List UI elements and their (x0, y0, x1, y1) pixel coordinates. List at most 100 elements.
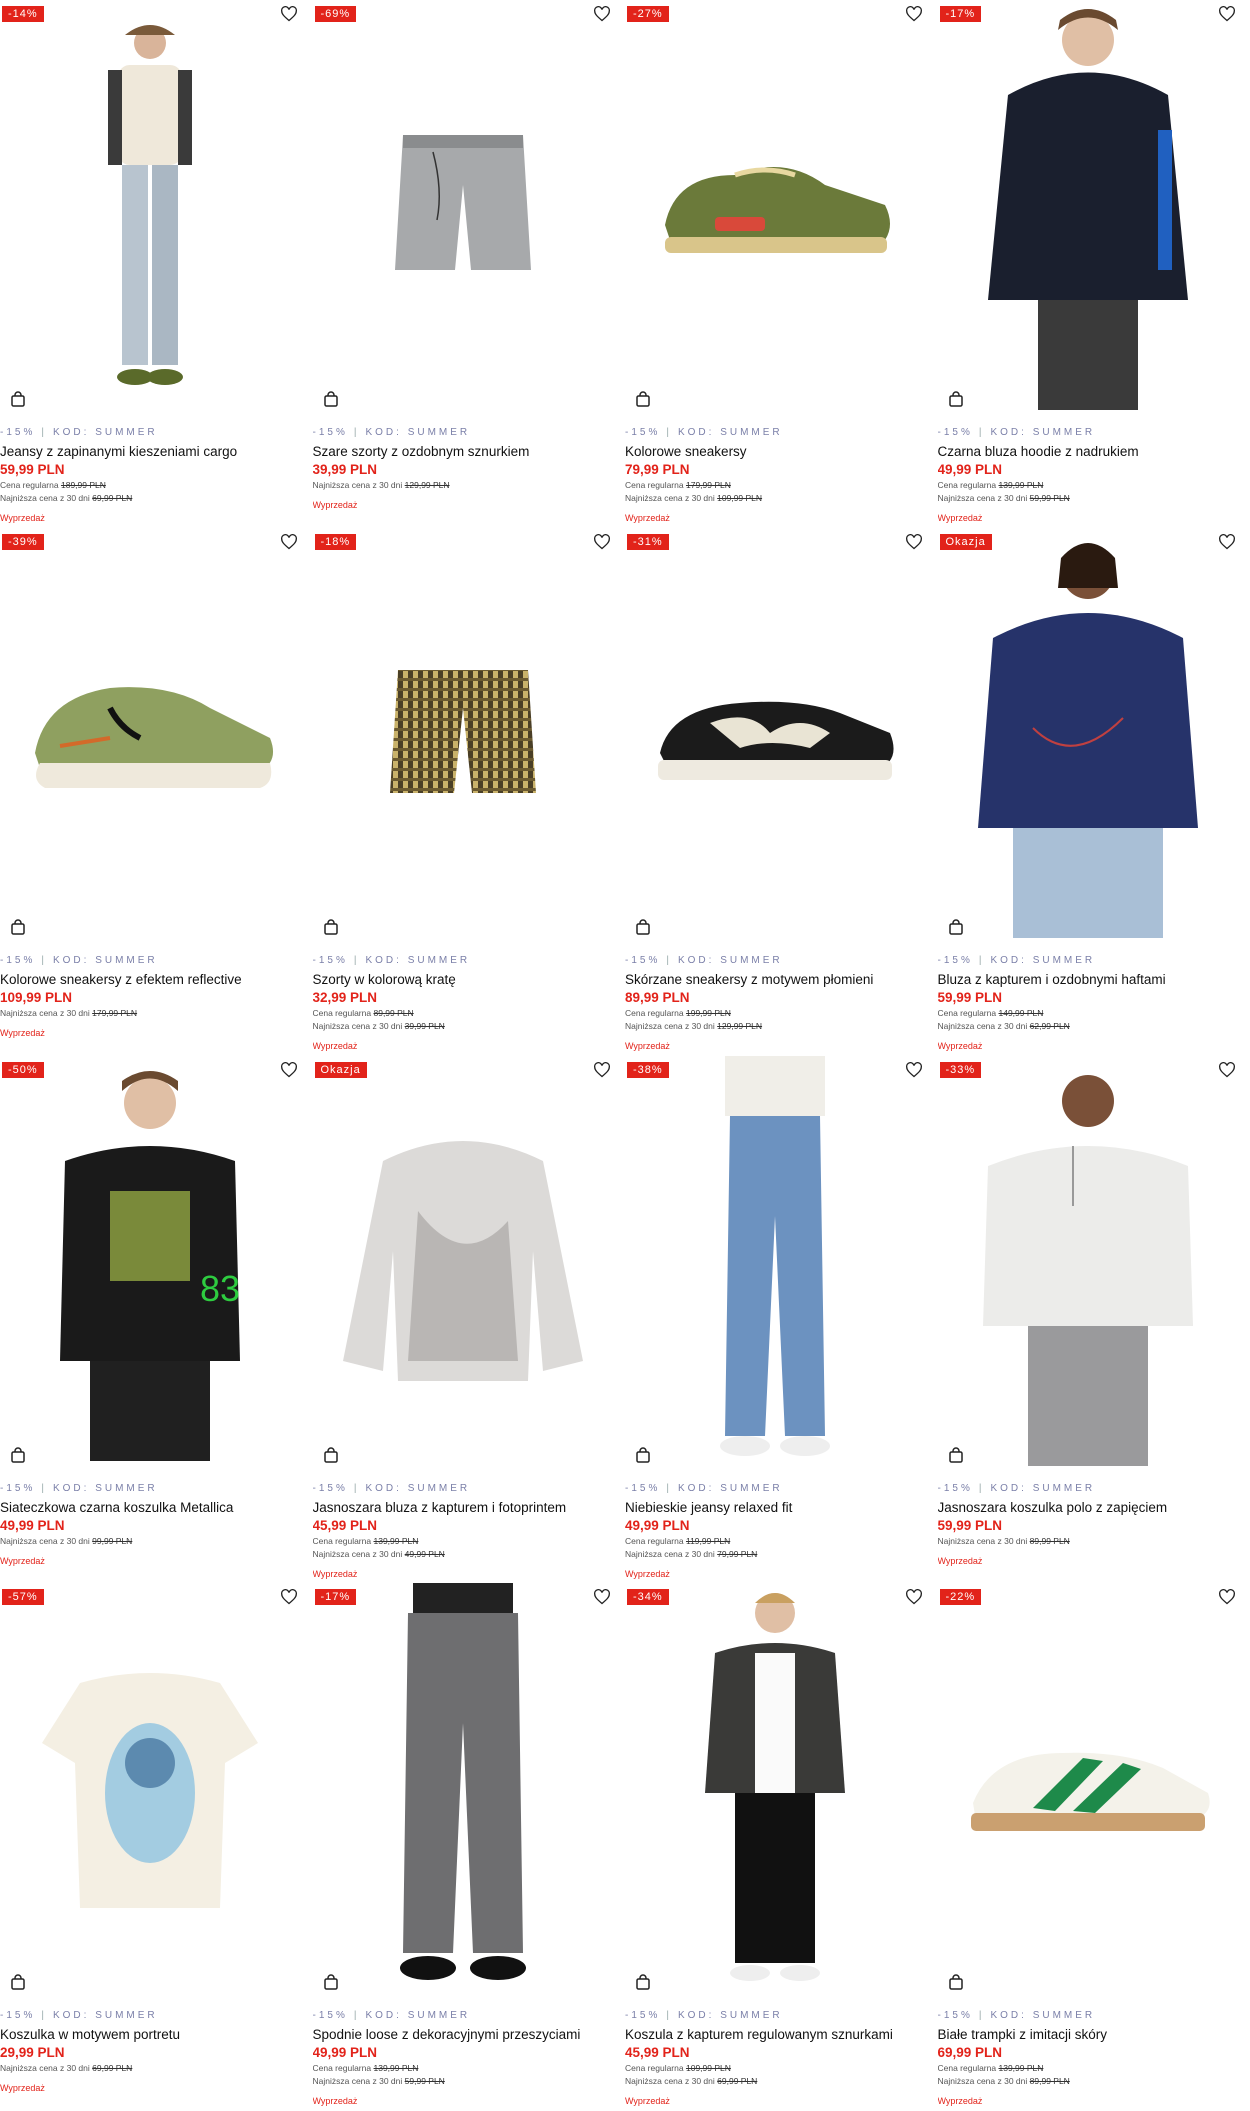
shopping-bag-icon[interactable] (10, 919, 26, 935)
shopping-bag-icon[interactable] (948, 919, 964, 935)
product-card[interactable]: -69% -15% | KOD: SUMMER Szare szorty z ozd… (312, 0, 626, 528)
sale-label[interactable]: Wyprzedaż (625, 2096, 938, 2106)
product-name[interactable]: Białe trampki z imitacji skóry (938, 2027, 1250, 2042)
product-name[interactable]: Jeansy z zapinanymi kieszeniami cargo (0, 444, 313, 459)
product-image-area[interactable]: -22% (937, 1583, 1238, 1999)
product-photo[interactable] (973, 528, 1203, 943)
shopping-bag-icon[interactable] (323, 1446, 339, 1463)
shopping-bag-icon[interactable] (323, 391, 339, 407)
product-card[interactable]: -22% -15% | KOD: SUMMER Białe trampki z im… (937, 1583, 1250, 2111)
product-name[interactable]: Jasnoszara bluza z kapturem i fotoprinte… (313, 1500, 626, 1515)
product-card[interactable]: -17% -15% | KOD: SUMMER Spodnie loose z de… (312, 1583, 626, 2111)
product-card[interactable]: Okazja -15% | KOD: SUMMER Bluza z kapturem… (937, 527, 1250, 1056)
product-name[interactable]: Kolorowe sneakersy z efektem reflective (0, 972, 313, 987)
product-name[interactable]: Kolorowe sneakersy (625, 444, 938, 459)
product-photo[interactable] (40, 1663, 260, 1918)
product-image-area[interactable]: -17% (312, 1583, 613, 1999)
heart-icon[interactable] (593, 1589, 611, 1605)
sale-label[interactable]: Wyprzedaż (625, 1569, 938, 1579)
sale-label[interactable]: Wyprzedaż (313, 500, 626, 510)
product-name[interactable]: Koszulka w motywem portretu (0, 2027, 313, 2042)
product-image-area[interactable]: -38% (625, 1055, 925, 1471)
product-photo[interactable] (20, 668, 280, 803)
shopping-bag-icon[interactable] (323, 1974, 339, 1990)
product-name[interactable]: Czarna bluza hoodie z nadrukiem (938, 444, 1250, 459)
product-name[interactable]: Bluza z kapturem i ozdobnymi haftami (938, 972, 1250, 987)
product-image-area[interactable]: -57% (0, 1583, 300, 1999)
product-photo[interactable] (393, 130, 533, 285)
product-card[interactable]: -39% -15% | KOD: SUMMER Kolorowe sneakersy… (0, 527, 313, 1056)
shopping-bag-icon[interactable] (948, 391, 964, 407)
product-name[interactable]: Niebieskie jeansy relaxed fit (625, 1500, 938, 1515)
product-name[interactable]: Jasnoszara koszulka polo z zapięciem (938, 1500, 1250, 1515)
heart-icon[interactable] (905, 1589, 923, 1605)
product-card[interactable]: -31% -15% | KOD: SUMMER Skórzane sneakersy… (625, 527, 938, 1056)
sale-label[interactable]: Wyprzedaż (0, 2083, 313, 2093)
product-photo[interactable] (655, 145, 895, 270)
heart-icon[interactable] (1218, 6, 1236, 22)
heart-icon[interactable] (280, 6, 298, 22)
product-card[interactable]: -50% 83 -15% | KOD: SUMMER Siateczkowa cza… (0, 1055, 313, 1584)
product-photo[interactable] (963, 1733, 1213, 1848)
product-photo[interactable] (978, 0, 1198, 415)
shopping-bag-icon[interactable] (635, 391, 651, 407)
product-image-area[interactable]: -14% (0, 0, 300, 415)
shopping-bag-icon[interactable] (635, 919, 651, 935)
sale-label[interactable]: Wyprzedaż (938, 513, 1250, 523)
shopping-bag-icon[interactable] (323, 919, 339, 935)
product-image-area[interactable]: -27% (625, 0, 925, 415)
shopping-bag-icon[interactable] (10, 1446, 26, 1463)
product-photo[interactable] (650, 678, 900, 793)
product-card[interactable]: -57% -15% | KOD: SUMMER Koszulka w motywem… (0, 1583, 313, 2111)
product-image-area[interactable]: -31% (625, 527, 925, 943)
product-card[interactable]: -33% -15% | KOD: SUMMER Jasnoszara koszulk… (937, 1055, 1250, 1584)
heart-icon[interactable] (1218, 1061, 1236, 1078)
heart-icon[interactable] (1218, 533, 1236, 550)
product-card[interactable]: -34% -15% | KOD: SUMMER Koszula z kapturem… (625, 1583, 938, 2111)
heart-icon[interactable] (593, 533, 611, 550)
sale-label[interactable]: Wyprzedaż (938, 1556, 1250, 1566)
heart-icon[interactable] (1218, 1589, 1236, 1605)
product-photo[interactable] (338, 1131, 588, 1396)
heart-icon[interactable] (905, 1061, 923, 1078)
sale-label[interactable]: Wyprzedaż (625, 1041, 938, 1051)
product-card[interactable]: Okazja -15% | KOD: SUMMER Jasnoszara bluza… (312, 1055, 626, 1584)
product-name[interactable]: Szare szorty z ozdobnym sznurkiem (313, 444, 626, 459)
heart-icon[interactable] (905, 533, 923, 550)
shopping-bag-icon[interactable] (10, 391, 26, 407)
heart-icon[interactable] (280, 533, 298, 550)
product-photo[interactable] (388, 668, 538, 803)
product-name[interactable]: Koszula z kapturem regulowanym sznurkami (625, 2027, 938, 2042)
product-image-area[interactable]: Okazja (937, 527, 1238, 943)
sale-label[interactable]: Wyprzedaż (0, 1556, 313, 1566)
heart-icon[interactable] (280, 1589, 298, 1605)
product-photo[interactable]: 83 (50, 1061, 250, 1466)
sale-label[interactable]: Wyprzedaż (313, 2096, 626, 2106)
product-image-area[interactable]: -17% (937, 0, 1238, 415)
heart-icon[interactable] (593, 6, 611, 22)
product-card[interactable]: -17% -15% | KOD: SUMMER Czarna bluza hoodi… (937, 0, 1250, 528)
product-card[interactable]: -18% -15% | KOD: SUMMER Szorty w kolorową … (312, 527, 626, 1056)
sale-label[interactable]: Wyprzedaż (313, 1569, 626, 1579)
sale-label[interactable]: Wyprzedaż (625, 513, 938, 523)
product-image-area[interactable]: Okazja (312, 1055, 613, 1471)
product-photo[interactable] (695, 1583, 855, 1998)
sale-label[interactable]: Wyprzedaż (0, 1028, 313, 1038)
product-image-area[interactable]: -50% 83 (0, 1055, 300, 1471)
product-name[interactable]: Siateczkowa czarna koszulka Metallica (0, 1500, 313, 1515)
heart-icon[interactable] (280, 1061, 298, 1078)
shopping-bag-icon[interactable] (635, 1446, 651, 1463)
shopping-bag-icon[interactable] (10, 1974, 26, 1990)
sale-label[interactable]: Wyprzedaż (0, 513, 313, 523)
product-name[interactable]: Skórzane sneakersy z motywem płomieni (625, 972, 938, 987)
heart-icon[interactable] (593, 1061, 611, 1078)
sale-label[interactable]: Wyprzedaż (938, 1041, 1250, 1051)
shopping-bag-icon[interactable] (948, 1446, 964, 1463)
product-card[interactable]: -38% -15% | KOD: SUMMER Niebieskie jeansy … (625, 1055, 938, 1584)
product-name[interactable]: Spodnie loose z dekoracyjnymi przeszycia… (313, 2027, 626, 2042)
shopping-bag-icon[interactable] (948, 1974, 964, 1990)
sale-label[interactable]: Wyprzedaż (938, 2096, 1250, 2106)
product-image-area[interactable]: -33% (937, 1055, 1238, 1471)
heart-icon[interactable] (905, 6, 923, 22)
product-photo[interactable] (90, 15, 210, 400)
